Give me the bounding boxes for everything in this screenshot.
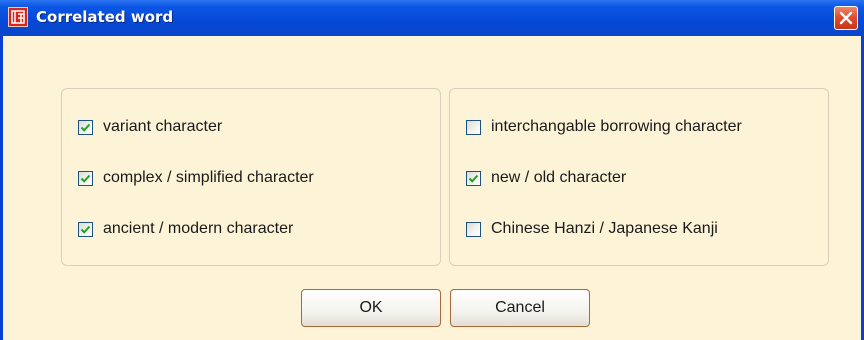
- cancel-button[interactable]: Cancel: [450, 289, 590, 327]
- option-complex-simplified-character[interactable]: complex / simplified character: [78, 167, 314, 189]
- checkbox[interactable]: [466, 119, 481, 135]
- ok-button[interactable]: OK: [301, 289, 441, 327]
- checkmark-icon: [80, 174, 91, 183]
- close-icon: [839, 11, 853, 25]
- option-label: ancient / modern character: [103, 220, 294, 237]
- checkbox[interactable]: [78, 119, 93, 135]
- option-interchangable-borrowing-character[interactable]: interchangable borrowing character: [466, 116, 742, 138]
- checkbox[interactable]: [466, 170, 481, 186]
- title-bar[interactable]: Correlated word: [0, 0, 864, 36]
- window-title: Correlated word: [36, 8, 174, 26]
- option-new-old-character[interactable]: new / old character: [466, 167, 626, 189]
- checkbox[interactable]: [78, 170, 93, 186]
- option-ancient-modern-character[interactable]: ancient / modern character: [78, 218, 293, 240]
- close-button[interactable]: [834, 6, 858, 30]
- left-options-group: variant character complex / simplified c…: [61, 88, 441, 266]
- checkbox[interactable]: [78, 221, 93, 237]
- option-label: variant character: [103, 118, 223, 135]
- option-label: complex / simplified character: [103, 169, 314, 186]
- checkmark-icon: [468, 174, 479, 183]
- option-label: new / old character: [491, 169, 627, 186]
- right-options-group: interchangable borrowing character new /…: [449, 88, 829, 266]
- option-label: Chinese Hanzi / Japanese Kanji: [491, 220, 718, 237]
- option-label: interchangable borrowing character: [491, 118, 742, 135]
- checkmark-icon: [80, 123, 91, 132]
- app-seal-icon: [8, 7, 28, 27]
- checkbox[interactable]: [466, 221, 481, 237]
- option-variant-character[interactable]: variant character: [78, 116, 222, 138]
- option-chinese-hanzi-japanese-kanji[interactable]: Chinese Hanzi / Japanese Kanji: [466, 218, 718, 240]
- correlated-word-dialog: Correlated word variant character comple…: [0, 0, 864, 340]
- checkmark-icon: [80, 225, 91, 234]
